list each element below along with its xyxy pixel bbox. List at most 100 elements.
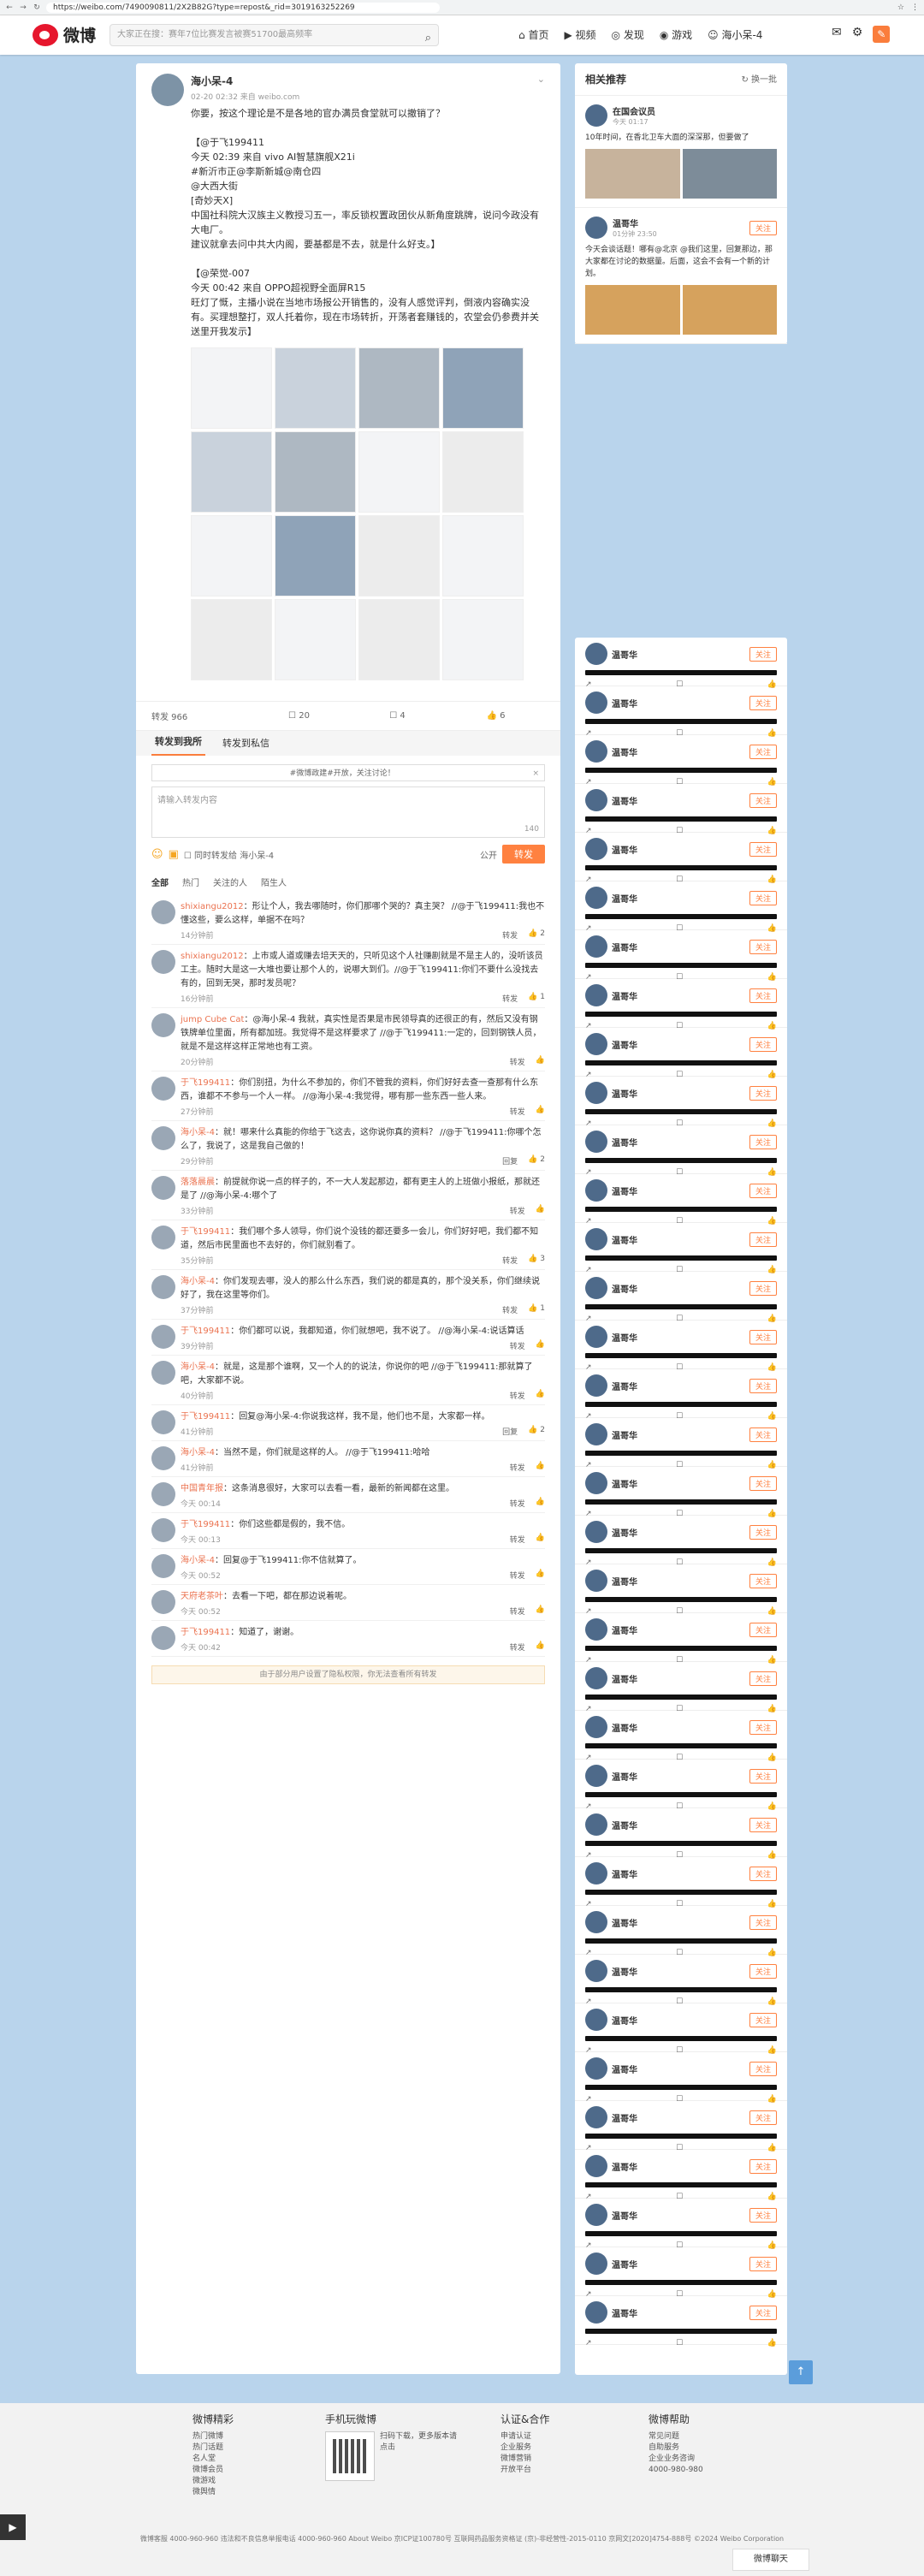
comment-icon[interactable]: ☐ xyxy=(676,2046,683,2055)
comment-like[interactable]: 👍 2 xyxy=(528,929,545,941)
comment-author[interactable]: 中国青年报 xyxy=(181,1484,223,1493)
related-name[interactable]: 温哥华 xyxy=(612,1575,637,1588)
related-name[interactable]: 温哥华 xyxy=(612,1526,637,1539)
follow-button[interactable]: 关注 xyxy=(749,1475,777,1491)
comment-icon[interactable]: ☐ xyxy=(676,1705,683,1713)
video-bar[interactable] xyxy=(585,1499,777,1505)
follow-button[interactable]: 关注 xyxy=(749,1232,777,1247)
related-name[interactable]: 温哥华 xyxy=(612,2063,637,2075)
video-bar[interactable] xyxy=(585,2182,777,2187)
avatar[interactable] xyxy=(151,1518,175,1542)
search-input[interactable]: 大家正在搜：赛年7位比赛发言被赛51700最高频率 ⌕ xyxy=(110,24,439,46)
avatar[interactable] xyxy=(585,1472,607,1494)
avatar[interactable] xyxy=(585,1326,607,1348)
like-icon[interactable]: 👍 xyxy=(767,924,777,933)
like-icon[interactable]: 👍 xyxy=(767,1119,777,1128)
video-bar[interactable] xyxy=(585,865,777,870)
video-bar[interactable] xyxy=(585,1987,777,1992)
address-bar[interactable]: https://weibo.com/7490090811/2X2B82G?typ… xyxy=(46,2,440,13)
gallery-image[interactable] xyxy=(191,599,272,680)
avatar[interactable] xyxy=(585,1033,607,1055)
like-count[interactable]: 👍 6 xyxy=(447,711,545,721)
comment-like[interactable]: 👍 xyxy=(536,1606,545,1617)
forward-icon[interactable]: ↗ xyxy=(585,2290,592,2299)
comment-like[interactable]: 👍 1 xyxy=(528,993,545,1004)
comment-action[interactable]: 转发 xyxy=(510,1056,525,1067)
gallery-image[interactable] xyxy=(442,515,524,597)
avatar[interactable] xyxy=(585,2009,607,2031)
comment-author[interactable]: 海小呆-4 xyxy=(181,1448,215,1457)
like-icon[interactable]: 👍 xyxy=(767,1656,777,1665)
forward-icon[interactable]: ↗ xyxy=(585,680,592,689)
related-name[interactable]: 温哥华 xyxy=(612,648,637,661)
comment-like[interactable]: 👍 3 xyxy=(528,1255,545,1266)
related-name[interactable]: 温哥华 xyxy=(612,1428,637,1441)
nav-discover[interactable]: ◎ 发现 xyxy=(612,27,644,42)
like-icon[interactable]: 👍 xyxy=(767,729,777,738)
related-image[interactable] xyxy=(682,285,777,335)
like-icon[interactable]: 👍 xyxy=(767,2193,777,2201)
related-name[interactable]: 温哥华 xyxy=(612,697,637,709)
comment-action[interactable]: 转发 xyxy=(502,993,518,1004)
comment-action[interactable]: 转发 xyxy=(510,1205,525,1216)
forward-icon[interactable]: ↗ xyxy=(585,1461,592,1469)
avatar[interactable] xyxy=(585,691,607,714)
like-icon[interactable]: 👍 xyxy=(767,1363,777,1372)
forward-icon[interactable]: ↗ xyxy=(585,827,592,835)
nav-game[interactable]: ◉ 游戏 xyxy=(660,27,692,42)
comment-author[interactable]: 海小呆-4 xyxy=(181,1277,215,1286)
forward-textarea[interactable]: 请输入转发内容 140 xyxy=(151,786,545,838)
nav-video[interactable]: ▶ 视频 xyxy=(564,27,595,42)
video-bar[interactable] xyxy=(585,816,777,822)
comment-icon[interactable]: ☐ xyxy=(676,1558,683,1567)
related-name[interactable]: 温哥华 xyxy=(612,1038,637,1051)
forward-icon[interactable]: ↗ xyxy=(585,1363,592,1372)
avatar[interactable] xyxy=(585,2106,607,2128)
video-bar[interactable] xyxy=(585,1451,777,1456)
avatar[interactable] xyxy=(151,1482,175,1506)
video-bar[interactable] xyxy=(585,1353,777,1358)
related-name[interactable]: 温哥华 xyxy=(612,745,637,758)
avatar[interactable] xyxy=(585,935,607,958)
avatar[interactable] xyxy=(585,1423,607,1445)
related-name[interactable]: 温哥华 xyxy=(612,1770,637,1783)
follow-button[interactable]: 关注 xyxy=(749,1573,777,1588)
comment-icon[interactable]: ☐ xyxy=(676,1412,683,1421)
back-to-top-icon[interactable]: ↑ xyxy=(789,2360,813,2384)
related-name[interactable]: 温哥华 xyxy=(612,843,637,856)
avatar[interactable] xyxy=(151,1554,175,1578)
like-icon[interactable]: 👍 xyxy=(767,1705,777,1713)
video-bar[interactable] xyxy=(585,1695,777,1700)
comment-icon[interactable]: ☐ xyxy=(676,1071,683,1079)
related-name[interactable]: 温哥华 xyxy=(612,1136,637,1149)
related-name[interactable]: 温哥华 xyxy=(612,1916,637,1929)
related-name[interactable]: 温哥华 xyxy=(612,1331,637,1344)
follow-button[interactable]: 关注 xyxy=(749,1036,777,1052)
comment-action[interactable]: 转发 xyxy=(510,1462,525,1473)
like-icon[interactable]: 👍 xyxy=(767,2290,777,2299)
play-icon[interactable]: ▶ xyxy=(0,2514,26,2540)
follow-button[interactable]: 关注 xyxy=(749,646,777,662)
related-name[interactable]: 温哥华 xyxy=(612,2209,637,2222)
follow-button[interactable]: 关注 xyxy=(749,2256,777,2271)
related-image[interactable] xyxy=(585,149,680,199)
video-bar[interactable] xyxy=(585,768,777,773)
like-icon[interactable]: 👍 xyxy=(767,1851,777,1860)
video-bar[interactable] xyxy=(585,1743,777,1748)
comment-author[interactable]: 于飞199411 xyxy=(181,1227,230,1237)
follow-button[interactable]: 关注 xyxy=(749,988,777,1003)
comment-icon[interactable]: ☐ xyxy=(676,1997,683,2006)
back-icon[interactable]: ← xyxy=(5,3,14,12)
video-bar[interactable] xyxy=(585,1792,777,1797)
comment-author[interactable]: jump Cube Cat xyxy=(181,1015,244,1024)
video-bar[interactable] xyxy=(585,2280,777,2285)
reload-icon[interactable]: ↻ xyxy=(33,3,41,12)
like-icon[interactable]: 👍 xyxy=(767,875,777,884)
comment-icon[interactable]: ☐ xyxy=(676,729,683,738)
forward-icon[interactable]: ↗ xyxy=(585,1217,592,1226)
avatar[interactable] xyxy=(585,1618,607,1641)
related-name[interactable]: 温哥华 xyxy=(612,794,637,807)
avatar[interactable] xyxy=(585,984,607,1006)
video-bar[interactable] xyxy=(585,2329,777,2334)
comment-icon[interactable]: ☐ xyxy=(676,1851,683,1860)
